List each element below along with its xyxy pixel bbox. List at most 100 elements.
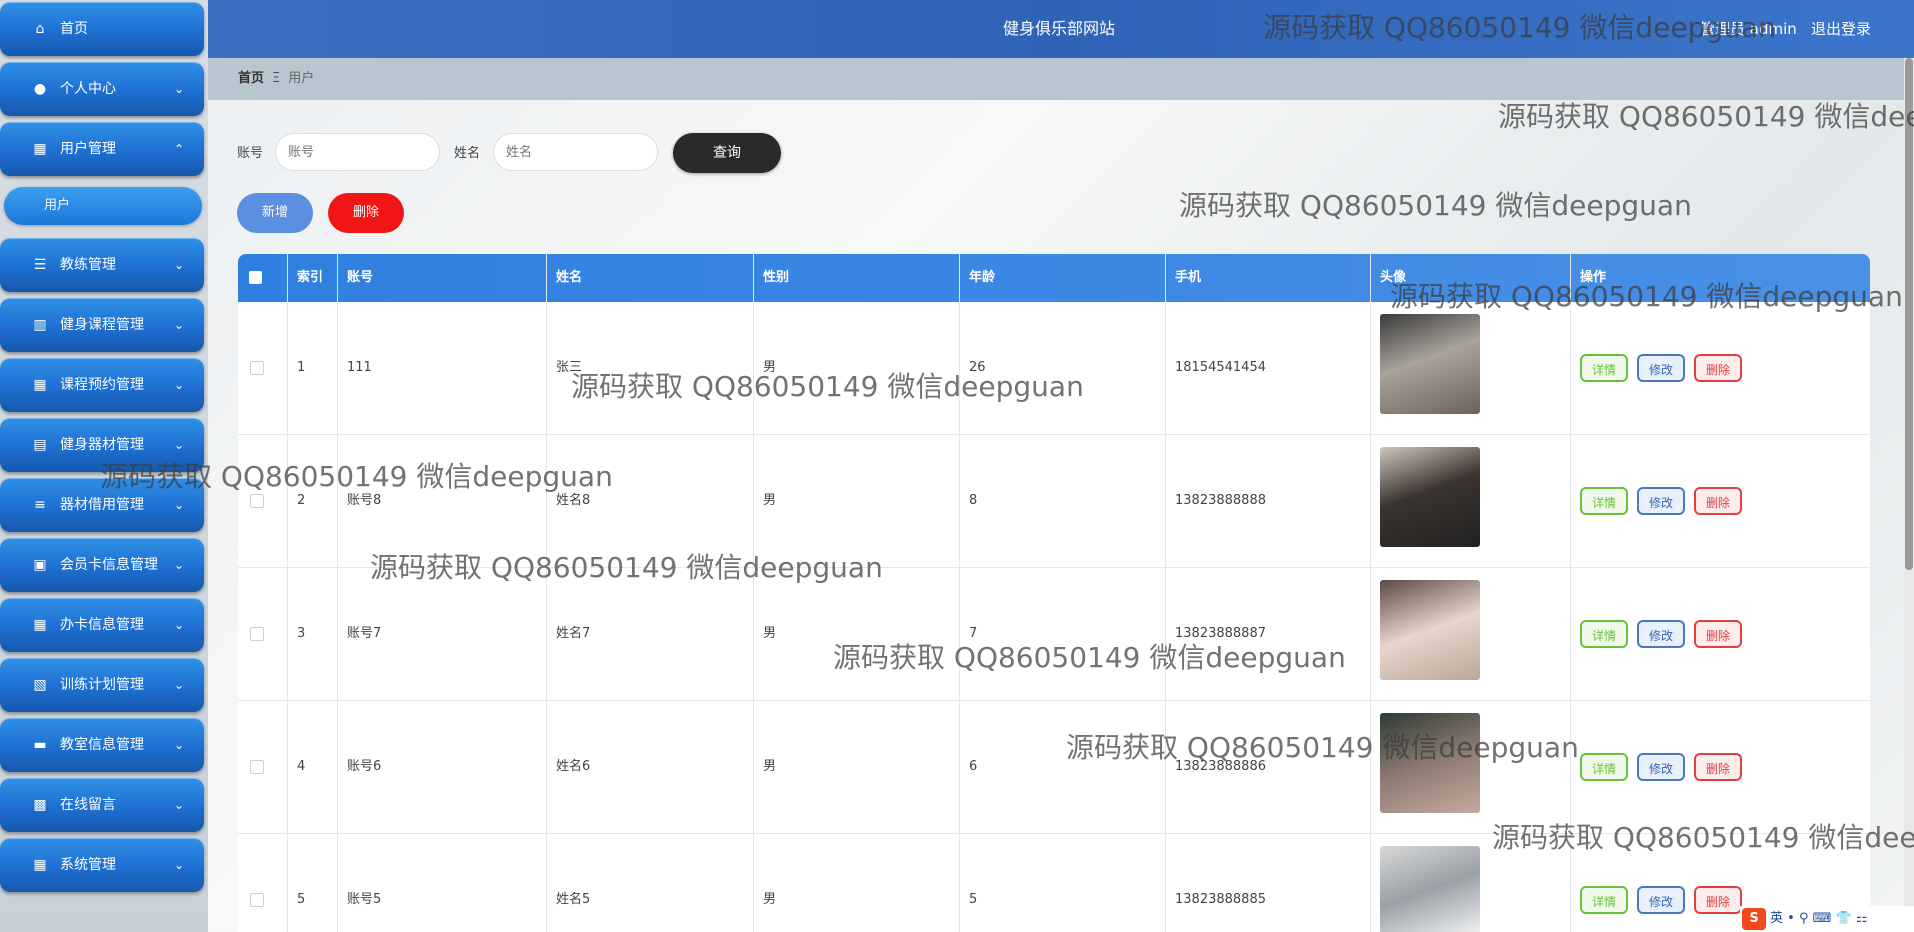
cell-name: 姓名7 — [556, 626, 591, 641]
column-header: 姓名 — [556, 270, 583, 285]
sidebar-item-label: 教室信息管理 — [60, 737, 144, 753]
sidebar-item-3[interactable]: ☰ 教练管理 ⌄ — [0, 238, 204, 292]
clipboard-icon: ▤ — [33, 437, 47, 453]
sidebar-item-label: 用户管理 — [60, 141, 116, 157]
avatar — [1380, 580, 1480, 680]
sogou-logo-icon: S — [1742, 908, 1766, 930]
detail-button[interactable]: 详情 — [1580, 487, 1628, 515]
sidebar-item-4[interactable]: ▥ 健身课程管理 ⌄ — [0, 298, 204, 352]
row-checkbox[interactable] — [250, 494, 264, 508]
avatar — [1380, 846, 1480, 932]
cell-age: 7 — [969, 626, 978, 641]
sidebar-subitem-users[interactable]: 用户 — [4, 187, 202, 225]
chevron-icon: ⌄ — [173, 378, 184, 392]
chevron-icon: ⌄ — [173, 738, 184, 752]
row-checkbox[interactable] — [250, 760, 264, 774]
cell-account: 账号7 — [347, 626, 382, 641]
sidebar-item-2[interactable]: ▦ 用户管理 ⌃ — [0, 122, 204, 176]
delete-button[interactable]: 删除 — [1694, 487, 1742, 515]
chevron-icon: ⌄ — [173, 678, 184, 692]
detail-button[interactable]: 详情 — [1580, 753, 1628, 781]
edit-button[interactable]: 修改 — [1637, 354, 1685, 382]
sidebar-item-9[interactable]: ▦ 办卡信息管理 ⌄ — [0, 598, 204, 652]
sidebar-item-label: 系统管理 — [60, 857, 116, 873]
cell-phone: 13823888888 — [1175, 493, 1266, 508]
sidebar-item-label: 办卡信息管理 — [60, 617, 144, 633]
chevron-icon: ⌄ — [173, 258, 184, 272]
edit-button[interactable]: 修改 — [1637, 620, 1685, 648]
breadcrumb-bar: 首页 Ξ 用户 — [208, 58, 1906, 100]
check-icon: ▣ — [33, 557, 47, 573]
user-icon: ● — [33, 81, 47, 97]
detail-button[interactable]: 详情 — [1580, 620, 1628, 648]
sidebar-item-0[interactable]: ⌂ 首页 — [0, 2, 204, 56]
row-checkbox[interactable] — [250, 627, 264, 641]
sidebar-item-12[interactable]: ▩ 在线留言 ⌄ — [0, 778, 204, 832]
delete-button[interactable]: 删除 — [1694, 620, 1742, 648]
sidebar-item-10[interactable]: ▧ 训练计划管理 ⌄ — [0, 658, 204, 712]
row-checkbox[interactable] — [250, 893, 264, 907]
chevron-icon: ⌄ — [173, 618, 184, 632]
sidebar-item-5[interactable]: ▦ 课程预约管理 ⌄ — [0, 358, 204, 412]
watermark-text: 源码获取 QQ86050149 微信deepguan — [1498, 100, 1914, 133]
column-divider — [959, 254, 960, 932]
name-search-input[interactable] — [493, 133, 658, 171]
column-header: 性别 — [763, 270, 790, 285]
watermark-text: 源码获取 QQ86050149 微信deepguan — [1492, 821, 1914, 854]
table-row: 4 账号6 姓名6 男 6 13823888886 详情 修改 删除 — [238, 701, 1870, 834]
column-divider — [753, 254, 754, 932]
select-all-checkbox[interactable] — [249, 271, 262, 284]
row-checkbox[interactable] — [250, 361, 264, 375]
detail-button[interactable]: 详情 — [1580, 886, 1628, 914]
cell-gender: 男 — [763, 626, 777, 641]
column-divider — [287, 254, 288, 932]
sidebar-subitem-label: 用户 — [44, 198, 71, 213]
edit-button[interactable]: 修改 — [1637, 886, 1685, 914]
grid-icon: ▦ — [33, 857, 47, 873]
chevron-icon: ⌄ — [173, 798, 184, 812]
breadcrumb-separator-icon: Ξ — [272, 71, 281, 86]
sidebar-item-label: 训练计划管理 — [60, 677, 144, 693]
batch-delete-button[interactable]: 删除 — [328, 193, 404, 233]
column-divider — [546, 254, 547, 932]
cell-index: 4 — [297, 759, 306, 774]
breadcrumb: 首页 Ξ 用户 — [238, 58, 314, 100]
logout-link[interactable]: 退出登录 — [1811, 0, 1871, 58]
site-title: 健身俱乐部网站 — [1003, 19, 1116, 38]
table-row: 3 账号7 姓名7 男 7 13823888887 详情 修改 删除 — [238, 568, 1870, 701]
delete-button[interactable]: 删除 — [1694, 886, 1742, 914]
sidebar-item-label: 会员卡信息管理 — [60, 557, 158, 573]
grid-icon: ▦ — [33, 617, 47, 633]
column-divider — [337, 254, 338, 932]
edit-button[interactable]: 修改 — [1637, 487, 1685, 515]
ime-lang[interactable]: 英 — [1770, 911, 1783, 926]
sliders-icon: ☰ — [33, 257, 47, 273]
monitor-icon: ▬ — [33, 737, 47, 753]
message-icon: ▩ — [33, 797, 47, 813]
sidebar-item-11[interactable]: ▬ 教室信息管理 ⌄ — [0, 718, 204, 772]
sidebar-item-1[interactable]: ● 个人中心 ⌄ — [0, 62, 204, 116]
ime-tools-icon[interactable]: • ⚲ ⌨ 👕 ⚏ — [1787, 911, 1867, 926]
avatar — [1380, 314, 1480, 414]
delete-button[interactable]: 删除 — [1694, 753, 1742, 781]
column-header: 年龄 — [969, 270, 996, 285]
cell-index: 5 — [297, 892, 306, 907]
sidebar-item-label: 个人中心 — [60, 81, 116, 97]
delete-button[interactable]: 删除 — [1694, 354, 1742, 382]
detail-button[interactable]: 详情 — [1580, 354, 1628, 382]
query-button[interactable]: 查询 — [673, 133, 781, 173]
breadcrumb-current: 用户 — [288, 71, 315, 86]
account-label: 账号 — [237, 146, 264, 161]
home-icon: ⌂ — [35, 21, 45, 37]
edit-button[interactable]: 修改 — [1637, 753, 1685, 781]
breadcrumb-home[interactable]: 首页 — [238, 71, 264, 86]
column-header: 索引 — [297, 270, 324, 285]
avatar — [1380, 447, 1480, 547]
sidebar-item-8[interactable]: ▣ 会员卡信息管理 ⌄ — [0, 538, 204, 592]
account-search-input[interactable] — [275, 133, 440, 171]
cell-name: 姓名5 — [556, 892, 591, 907]
cell-age: 5 — [969, 892, 978, 907]
sidebar-item-13[interactable]: ▦ 系统管理 ⌄ — [0, 838, 204, 892]
watermark-text: 源码获取 QQ86050149 微信deepguan — [370, 551, 883, 584]
add-button[interactable]: 新增 — [237, 193, 313, 233]
